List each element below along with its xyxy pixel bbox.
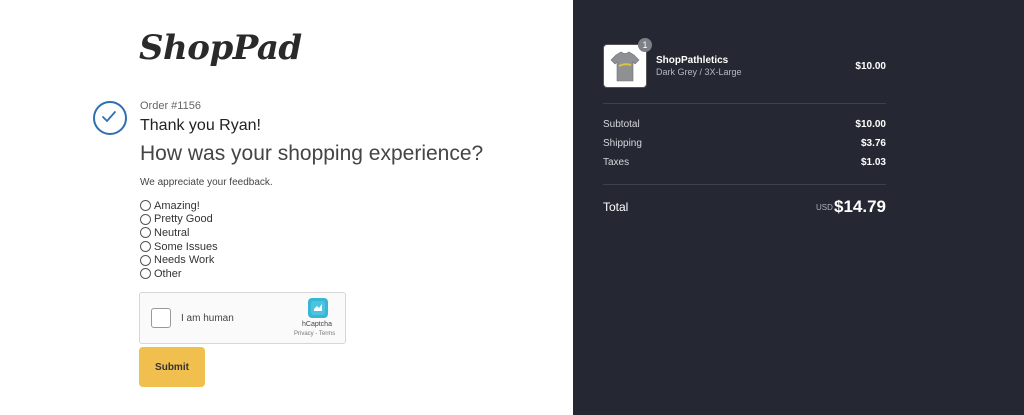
shipping-value: $3.76 (860, 138, 886, 149)
shoppad-logo[interactable]: ShopPad (139, 28, 302, 68)
product-price: $10.00 (855, 61, 886, 72)
shipping-row: Shipping $3.76 (603, 138, 886, 149)
feedback-subtext: We appreciate your feedback. (140, 177, 273, 188)
feedback-question: How was your shopping experience? (140, 142, 484, 165)
divider (603, 184, 886, 185)
total-value: $14.79 (834, 197, 886, 216)
feedback-option-some-issues[interactable]: Some Issues (140, 240, 218, 254)
submit-button[interactable]: Submit (139, 347, 205, 387)
radio-button[interactable] (140, 227, 151, 239)
product-name: ShopPathletics (656, 55, 729, 66)
captcha-label: I am human (181, 313, 234, 324)
feedback-option-pretty-good[interactable]: Pretty Good (140, 213, 218, 227)
radio-button[interactable] (140, 213, 151, 225)
total-currency: USD (816, 203, 833, 212)
taxes-value: $1.03 (860, 157, 886, 168)
checkmark-icon (93, 101, 127, 135)
shipping-label: Shipping (603, 138, 642, 149)
option-label: Some Issues (154, 240, 218, 253)
divider (603, 103, 886, 104)
captcha-provider: hCaptcha (302, 321, 332, 328)
captcha-links[interactable]: Privacy - Terms (294, 331, 335, 337)
quantity-badge: 1 (638, 38, 652, 52)
option-label: Other (154, 267, 182, 280)
radio-button[interactable] (140, 268, 151, 280)
feedback-option-neutral[interactable]: Neutral (140, 226, 218, 240)
option-label: Needs Work (154, 254, 215, 267)
taxes-label: Taxes (603, 157, 630, 168)
captcha-checkbox[interactable] (151, 308, 171, 328)
subtotal-value: $10.00 (855, 119, 886, 130)
main-panel: ShopPad Order #1156 Thank you Ryan! How … (0, 0, 573, 415)
tshirt-icon (610, 51, 640, 82)
subtotal-label: Subtotal (603, 119, 640, 130)
total-label: Total (603, 200, 629, 214)
option-label: Amazing! (154, 199, 200, 212)
radio-button[interactable] (140, 200, 151, 212)
radio-button[interactable] (140, 241, 151, 253)
feedback-options: Amazing! Pretty Good Neutral Some Issues… (140, 199, 218, 281)
option-label: Neutral (154, 226, 190, 239)
subtotal-row: Subtotal $10.00 (603, 119, 886, 130)
hcaptcha-logo-icon (308, 298, 328, 318)
option-label: Pretty Good (154, 213, 213, 226)
order-summary-panel: 1 ShopPathletics Dark Grey / 3X-Large $1… (573, 0, 1024, 415)
feedback-option-other[interactable]: Other (140, 267, 218, 281)
feedback-option-amazing[interactable]: Amazing! (140, 199, 218, 213)
product-variant: Dark Grey / 3X-Large (656, 67, 742, 77)
feedback-option-needs-work[interactable]: Needs Work (140, 253, 218, 267)
thank-you-heading: Thank you Ryan! (140, 117, 261, 134)
taxes-row: Taxes $1.03 (603, 157, 886, 168)
order-number: Order #1156 (140, 100, 201, 112)
radio-button[interactable] (140, 254, 151, 266)
hcaptcha-widget: I am human hCaptcha Privacy - Terms (139, 292, 346, 344)
